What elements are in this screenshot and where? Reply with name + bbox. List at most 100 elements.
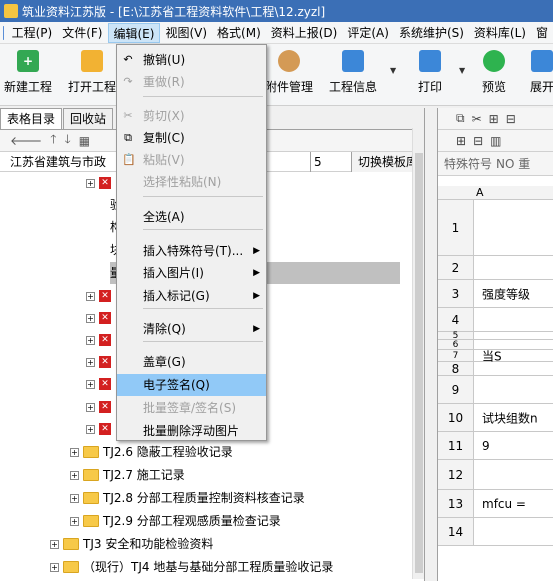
scrollbar[interactable] xyxy=(412,128,424,579)
menu-project[interactable]: 工程(P) xyxy=(7,23,58,43)
row-number[interactable]: 10 xyxy=(438,404,474,431)
insert-row-icon[interactable]: ⊞ xyxy=(489,112,499,126)
expand-toggle-icon[interactable]: + xyxy=(86,291,95,301)
expand-toggle-icon[interactable]: + xyxy=(50,539,59,549)
grid-cell[interactable]: 试块组数n xyxy=(482,409,538,426)
grid-row: 4 xyxy=(438,308,553,332)
grid-cell[interactable]: mfcu = xyxy=(482,497,526,511)
tree-node-label: （现行）TJ4 地基与基础分部工程质量验收记录 xyxy=(83,560,334,574)
row-number[interactable]: 11 xyxy=(438,432,474,459)
border-icon[interactable]: ▥ xyxy=(490,134,501,148)
row-number[interactable]: 12 xyxy=(438,460,474,489)
row-number[interactable]: 14 xyxy=(438,518,474,545)
menu-file[interactable]: 文件(F) xyxy=(57,23,107,43)
row-number[interactable]: 2 xyxy=(438,256,474,279)
project-info-button[interactable]: 工程信息 xyxy=(329,50,377,95)
menu-report[interactable]: 资料上报(D) xyxy=(266,23,343,43)
expand-toggle-icon[interactable]: + xyxy=(86,379,95,389)
grid-cell[interactable]: 9 xyxy=(482,439,490,453)
expand-toggle-icon[interactable]: + xyxy=(86,424,95,434)
menu-app-icon[interactable] xyxy=(3,25,4,40)
edit-menu-item[interactable]: ⧉ 复制(C) xyxy=(117,127,266,149)
row-number[interactable]: 5 xyxy=(438,331,474,341)
row-number[interactable]: 9 xyxy=(438,376,474,403)
edit-menu-item[interactable]: 插入特殊符号(T)... ▶ xyxy=(117,240,266,262)
expand-toggle-icon[interactable]: + xyxy=(86,178,95,188)
edit-menu-item[interactable]: ↶ 撤销(U) xyxy=(117,49,266,71)
expand-toggle-icon[interactable]: + xyxy=(86,335,95,345)
special-symbol-button[interactable]: 特殊符号 xyxy=(444,155,492,172)
expand-toggle-icon[interactable]: + xyxy=(86,357,95,367)
tree-node[interactable]: + TJ2.6 隐蔽工程验收记录 xyxy=(70,441,233,463)
menu-window[interactable]: 窗 xyxy=(531,23,553,43)
tree-node[interactable]: + TJ2.7 施工记录 xyxy=(70,464,185,486)
menu-edit[interactable]: 编辑(E) xyxy=(107,22,161,43)
print-menu-chevron-icon[interactable]: ▼ xyxy=(459,66,465,75)
expand-toggle-icon[interactable]: + xyxy=(70,493,79,503)
tab-table-directory[interactable]: 表格目录 xyxy=(0,108,63,129)
no-button[interactable]: NO 重 xyxy=(496,155,530,172)
attachment-button[interactable]: 附件管理 xyxy=(265,50,313,95)
menu-item-label: 重做(R) xyxy=(143,75,185,89)
edit-menu-item[interactable]: 插入图片(I) ▶ xyxy=(117,262,266,284)
merge-icon[interactable]: ⊟ xyxy=(473,134,483,148)
grid-row: 14 xyxy=(438,518,553,546)
edit-menu-item[interactable]: 全选(A) xyxy=(117,206,266,228)
expand-toggle-icon[interactable]: + xyxy=(86,313,95,323)
menu-item-label: 电子签名(Q) xyxy=(143,378,210,392)
row-number[interactable]: 13 xyxy=(438,490,474,517)
edit-menu-item[interactable]: 盖章(G) xyxy=(117,351,266,373)
preview-button[interactable]: 预览 xyxy=(482,50,506,95)
grid-row: 7 当S xyxy=(438,349,553,363)
menu-view[interactable]: 视图(V) xyxy=(160,23,212,43)
expand-toggle-icon[interactable]: + xyxy=(70,447,79,457)
folder-icon xyxy=(63,538,79,550)
paperclip-icon xyxy=(278,50,300,72)
grid-cell[interactable]: 强度等级 xyxy=(482,285,530,302)
tree-node[interactable]: + TJ3 安全和功能检验资料 xyxy=(50,533,213,555)
row-number[interactable]: 3 xyxy=(438,280,474,307)
down-arrow-icon[interactable]: 🡓 xyxy=(64,130,70,151)
row-number[interactable]: 8 xyxy=(438,362,474,376)
menu-evaluate[interactable]: 评定(A) xyxy=(342,23,394,43)
tab-recycle-bin[interactable]: 回收站 xyxy=(63,108,114,129)
new-project-button[interactable]: + 新建工程 xyxy=(4,50,52,95)
tree-node[interactable]: + TJ2.9 分部工程观感质量检查记录 xyxy=(70,510,281,532)
row-number[interactable]: 7 xyxy=(438,350,474,361)
expand-button[interactable]: 展开 xyxy=(530,50,553,95)
cut-icon[interactable]: ✂ xyxy=(472,112,482,126)
tree-node[interactable]: + （现行）TJ4 地基与基础分部工程质量验收记录 xyxy=(50,556,333,578)
expand-toggle-icon[interactable]: + xyxy=(70,516,79,526)
copy-icon[interactable]: ⧉ xyxy=(456,111,465,126)
submenu-arrow-icon: ▶ xyxy=(253,324,260,334)
red-document-icon: ✕ xyxy=(99,290,111,302)
menu-system[interactable]: 系统维护(S) xyxy=(394,23,469,43)
format-icon[interactable]: ⊞ xyxy=(456,134,466,148)
tree-node[interactable]: + TJ2.8 分部工程质量控制资料核查记录 xyxy=(70,487,305,509)
back-arrow-icon[interactable]: 🡐 xyxy=(10,133,42,148)
edit-menu-item[interactable]: 批量删除浮动图片 xyxy=(117,420,266,442)
menu-item-icon: 📋 xyxy=(122,153,136,166)
red-document-icon: ✕ xyxy=(99,378,111,390)
expand-toggle-icon[interactable]: + xyxy=(70,470,79,480)
edit-menu-item[interactable]: 插入标记(G) ▶ xyxy=(117,285,266,307)
scrollbar-thumb[interactable] xyxy=(415,153,423,573)
insert-col-icon[interactable]: ⊟ xyxy=(506,112,516,126)
row-number[interactable]: 6 xyxy=(438,340,474,350)
edit-menu-item[interactable]: 电子签名(Q) xyxy=(117,374,266,396)
print-button[interactable]: 打印 xyxy=(418,50,442,95)
menu-format[interactable]: 格式(M) xyxy=(212,23,266,43)
row-number[interactable]: 4 xyxy=(438,308,474,331)
row-number[interactable]: 1 xyxy=(438,200,474,255)
open-project-button[interactable]: 打开工程 xyxy=(68,50,116,95)
chevron-down-icon[interactable]: ▼ xyxy=(390,66,396,75)
menu-library[interactable]: 资料库(L) xyxy=(469,23,531,43)
edit-menu-item: 📋 粘贴(V) xyxy=(117,149,266,171)
expand-toggle-icon[interactable]: + xyxy=(86,402,95,412)
grid-icon[interactable]: ▦ xyxy=(79,134,90,148)
grid-row: 10 试块组数n xyxy=(438,404,553,432)
up-arrow-icon[interactable]: 🡑 xyxy=(50,130,56,151)
expand-toggle-icon[interactable]: + xyxy=(50,562,59,572)
edit-menu-item[interactable]: 清除(Q) ▶ xyxy=(117,318,266,340)
column-a-header[interactable]: A xyxy=(476,186,484,199)
